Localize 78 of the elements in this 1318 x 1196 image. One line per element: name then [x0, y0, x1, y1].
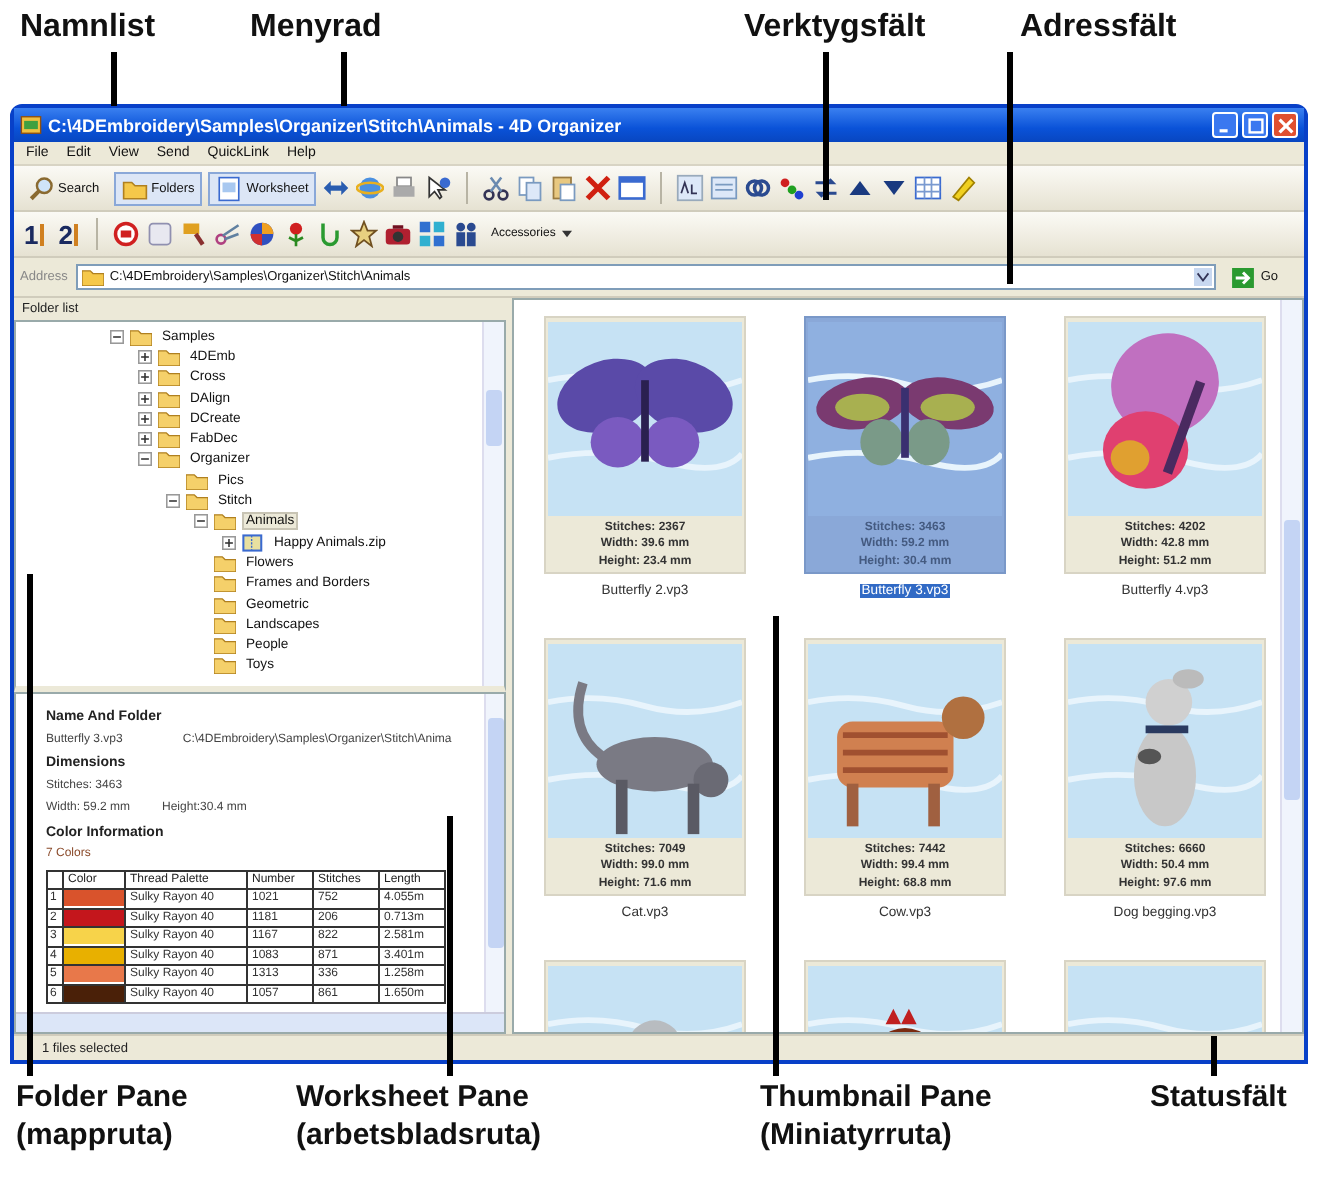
window-icon[interactable] [618, 174, 647, 202]
expand-toggle[interactable] [138, 349, 152, 364]
folder-icon [214, 636, 236, 655]
vertical-scrollbar[interactable] [1280, 300, 1302, 1032]
camera-icon[interactable] [384, 220, 413, 248]
arrow-icon [1232, 267, 1255, 287]
folder-icon [214, 595, 236, 613]
callout-label: (arbetsbladsruta) [296, 1116, 542, 1154]
vertical-scrollbar[interactable] [484, 694, 504, 1012]
grid-icon[interactable] [418, 220, 447, 248]
scissors-icon[interactable] [214, 220, 243, 248]
expand-toggle[interactable] [222, 535, 236, 550]
archive-icon [242, 533, 264, 552]
expand-toggle[interactable] [138, 370, 152, 385]
delete-icon[interactable] [584, 174, 613, 202]
folder-icon [214, 656, 236, 675]
callout-label: Namnlist [20, 8, 156, 46]
expand-toggle[interactable] [138, 432, 152, 447]
sort-button[interactable]: 1 [20, 219, 49, 249]
star-icon[interactable] [350, 220, 379, 248]
folder-icon [186, 492, 208, 511]
app-icon [20, 114, 42, 136]
folder-icon [158, 347, 180, 366]
folder-icon [214, 512, 236, 531]
collapse-toggle[interactable] [194, 514, 208, 529]
folder-icon [158, 389, 180, 408]
close-button[interactable] [1272, 112, 1298, 138]
people-icon[interactable] [452, 220, 481, 248]
callout-label: Worksheet Pane [296, 1078, 529, 1116]
window-title: C:\4DEmbroidery\Samples\Organizer\Stitch\Animals - 4D Organizer [48, 115, 624, 135]
collapse-toggle[interactable] [166, 494, 180, 509]
expand-toggle[interactable] [138, 411, 152, 426]
maximize-icon [1247, 117, 1263, 133]
folder-icon [158, 450, 180, 469]
dropdown-arrow-icon[interactable] [1194, 268, 1213, 286]
rings-icon[interactable] [744, 174, 773, 202]
sort-button[interactable]: 2 [54, 219, 83, 249]
horizontal-scrollbar[interactable] [16, 1012, 504, 1032]
folder-icon [214, 553, 236, 572]
folder-icon [158, 409, 180, 428]
expand-toggle[interactable] [138, 391, 152, 406]
folder-icon [130, 327, 152, 346]
callout-label: (Miniatyrruta) [760, 1116, 952, 1154]
callout-label: (mappruta) [16, 1116, 173, 1154]
worksheet-icon [216, 175, 243, 201]
folder-icon [81, 268, 104, 286]
scissors-icon[interactable] [482, 174, 511, 202]
minimize-button[interactable] [1212, 112, 1238, 138]
folder-icon [158, 430, 180, 449]
close-icon [1277, 117, 1293, 133]
callout-label: Folder Pane [16, 1078, 188, 1116]
collapse-toggle[interactable] [138, 452, 152, 467]
folder-icon [158, 368, 180, 387]
dots-icon[interactable] [778, 174, 807, 202]
callout-label: Verktygsfält [744, 8, 926, 46]
collapse-toggle[interactable] [110, 329, 124, 344]
leader-line [1211, 1036, 1217, 1076]
paste-icon[interactable] [550, 174, 579, 202]
grid-icon[interactable] [914, 174, 943, 202]
folder-icon [214, 615, 236, 634]
vertical-scrollbar[interactable] [482, 322, 504, 686]
callout-label: Statusfält [1150, 1078, 1287, 1116]
callout-label: Menyrad [250, 8, 382, 46]
search-icon [28, 175, 54, 201]
leader-line [341, 52, 347, 106]
swap-arrows-icon[interactable] [812, 174, 841, 202]
caret-icon [561, 230, 572, 238]
hook-icon[interactable] [316, 220, 345, 248]
globe-icon[interactable] [356, 174, 385, 202]
callout-label: Thumbnail Pane [760, 1078, 992, 1116]
maximize-button[interactable] [1242, 112, 1268, 138]
pencil-icon[interactable] [948, 174, 977, 202]
leader-line [111, 52, 117, 106]
callout-label: Adressfält [1020, 8, 1177, 46]
ball-icon[interactable] [248, 220, 277, 248]
text-icon[interactable] [676, 174, 705, 202]
folder-icon [214, 574, 236, 593]
folder-icon [186, 471, 208, 490]
